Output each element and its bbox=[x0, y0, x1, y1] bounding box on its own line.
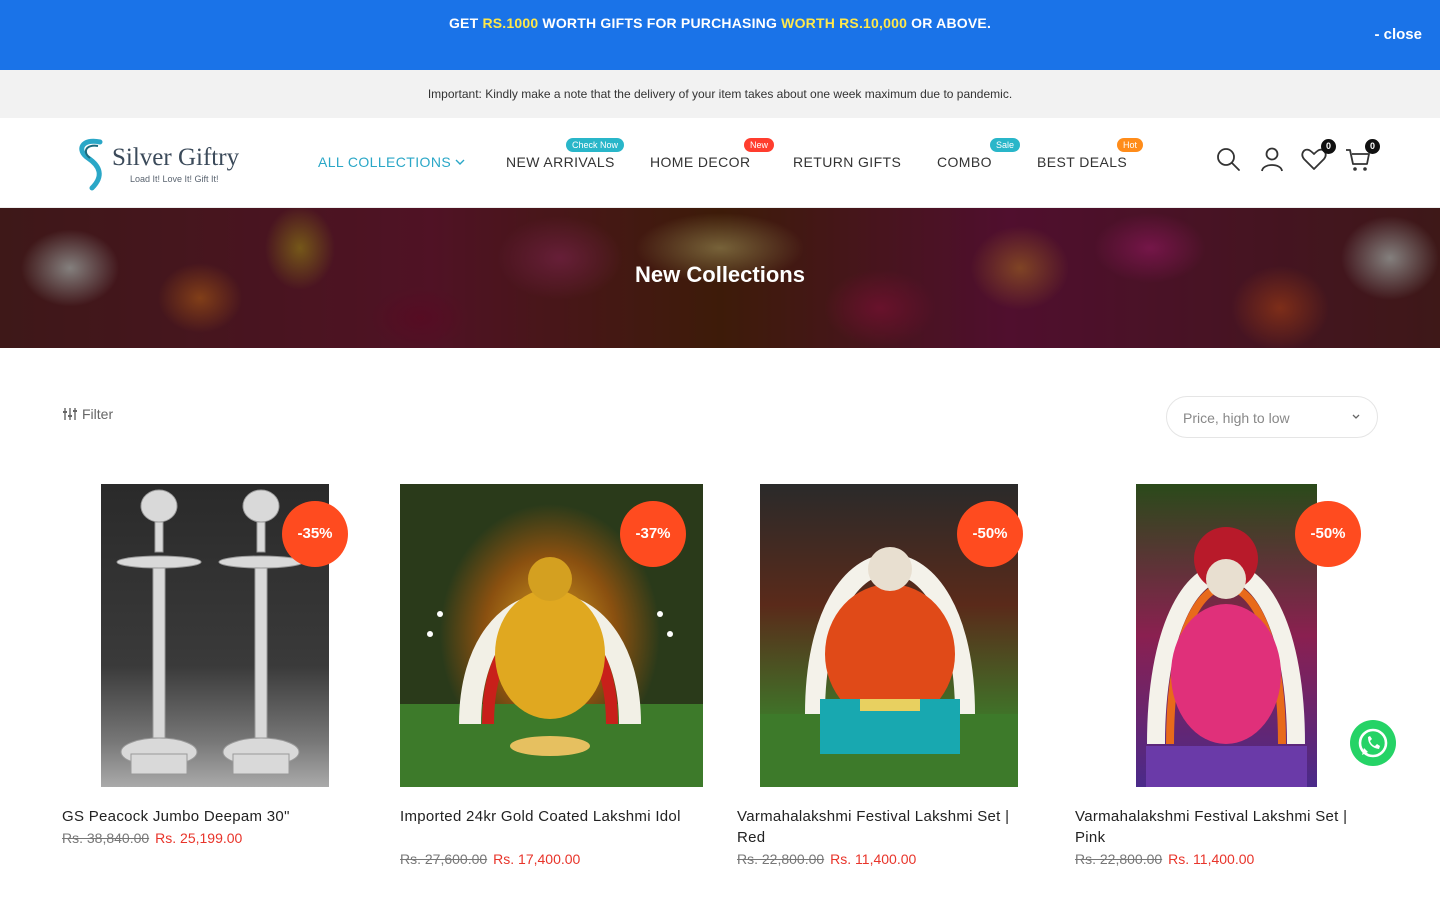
chevron-down-icon bbox=[455, 159, 465, 165]
product-title[interactable]: Varmahalakshmi Festival Lakshmi Set | Re… bbox=[737, 806, 1037, 848]
nav-all-collections[interactable]: ALL COLLECTIONS bbox=[318, 154, 465, 170]
promo-text: GET RS.1000 WORTH GIFTS FOR PURCHASING W… bbox=[448, 15, 992, 31]
wishlist-count: 0 bbox=[1321, 139, 1336, 154]
logo[interactable]: Silver Giftry Load It! Love It! Gift It! bbox=[74, 136, 264, 192]
cart-button[interactable]: 0 bbox=[1344, 139, 1380, 173]
site-header: Silver Giftry Load It! Love It! Gift It!… bbox=[0, 118, 1440, 208]
nav-home-decor[interactable]: HOME DECOR bbox=[650, 154, 750, 170]
user-icon bbox=[1261, 147, 1283, 172]
nav-badge-new: New bbox=[744, 138, 775, 152]
whatsapp-chat-button[interactable] bbox=[1350, 720, 1396, 766]
discount-badge: -35% bbox=[282, 501, 348, 567]
logo-name: Silver Giftry bbox=[112, 144, 240, 171]
search-button[interactable] bbox=[1214, 145, 1242, 173]
product-title[interactable]: GS Peacock Jumbo Deepam 30" bbox=[62, 806, 362, 827]
filter-label: Filter bbox=[82, 406, 114, 422]
discount-badge: -50% bbox=[957, 501, 1023, 567]
compare-price: Rs. 22,800.00 bbox=[1075, 851, 1163, 867]
nav-badge-check-now: Check Now bbox=[566, 138, 625, 152]
nav-return-gifts[interactable]: RETURN GIFTS bbox=[793, 154, 901, 170]
account-button[interactable] bbox=[1258, 145, 1286, 173]
chevron-down-icon bbox=[1352, 414, 1360, 419]
product-price: Rs. 22,800.00 Rs. 11,400.00 bbox=[737, 851, 1037, 867]
nav-combo[interactable]: COMBO bbox=[937, 154, 992, 170]
sale-price: Rs. 11,400.00 bbox=[1168, 851, 1255, 867]
product-price: Rs. 27,600.00 Rs. 17,400.00 bbox=[400, 851, 700, 867]
compare-price: Rs. 22,800.00 bbox=[737, 851, 825, 867]
cart-count: 0 bbox=[1365, 139, 1380, 154]
compare-price: Rs. 38,840.00 bbox=[62, 830, 150, 846]
promo-highlight-gift: RS.1000 bbox=[482, 15, 539, 31]
notice-text: Important: Kindly make a note that the d… bbox=[427, 87, 1013, 101]
sale-price: Rs. 25,199.00 bbox=[155, 830, 243, 846]
discount-badge: -37% bbox=[620, 501, 686, 567]
product-price: Rs. 22,800.00 Rs. 11,400.00 bbox=[1075, 851, 1375, 867]
sale-price: Rs. 11,400.00 bbox=[830, 851, 917, 867]
lakshmi-set-pink-image bbox=[1146, 527, 1307, 787]
search-icon bbox=[1217, 148, 1240, 171]
filter-icon bbox=[63, 408, 77, 420]
wishlist-button[interactable]: 0 bbox=[1300, 139, 1336, 173]
product-title[interactable]: Varmahalakshmi Festival Lakshmi Set | Pi… bbox=[1075, 806, 1375, 848]
logo-tagline: Load It! Love It! Gift It! bbox=[130, 174, 219, 184]
product-title[interactable]: Imported 24kr Gold Coated Lakshmi Idol bbox=[400, 806, 700, 827]
discount-badge: -50% bbox=[1295, 501, 1361, 567]
page-title: New Collections bbox=[635, 262, 805, 287]
logo-s-icon bbox=[79, 138, 103, 191]
nav-best-deals[interactable]: BEST DEALS bbox=[1037, 154, 1127, 170]
sort-value: Price, high to low bbox=[1183, 410, 1290, 426]
promo-close-button[interactable]: - close bbox=[1374, 26, 1422, 43]
product-price: Rs. 38,840.00 Rs. 25,199.00 bbox=[62, 830, 362, 846]
promo-bar: GET RS.1000 WORTH GIFTS FOR PURCHASING W… bbox=[0, 0, 1440, 70]
filter-button[interactable]: Filter bbox=[62, 406, 113, 422]
product-image[interactable] bbox=[1136, 484, 1317, 787]
compare-price: Rs. 27,600.00 bbox=[400, 851, 488, 867]
whatsapp-icon bbox=[1358, 728, 1388, 758]
promo-highlight-threshold: WORTH RS.10,000 bbox=[781, 15, 908, 31]
nav-new-arrivals[interactable]: NEW ARRIVALS bbox=[506, 154, 615, 170]
notice-bar: Important: Kindly make a note that the d… bbox=[0, 70, 1440, 118]
collection-hero-banner: New Collections bbox=[0, 208, 1440, 348]
nav-badge-hot: Hot bbox=[1117, 138, 1144, 152]
nav-badge-sale: Sale bbox=[990, 138, 1021, 152]
sort-select[interactable]: Price, high to low bbox=[1166, 396, 1378, 438]
sale-price: Rs. 17,400.00 bbox=[493, 851, 581, 867]
